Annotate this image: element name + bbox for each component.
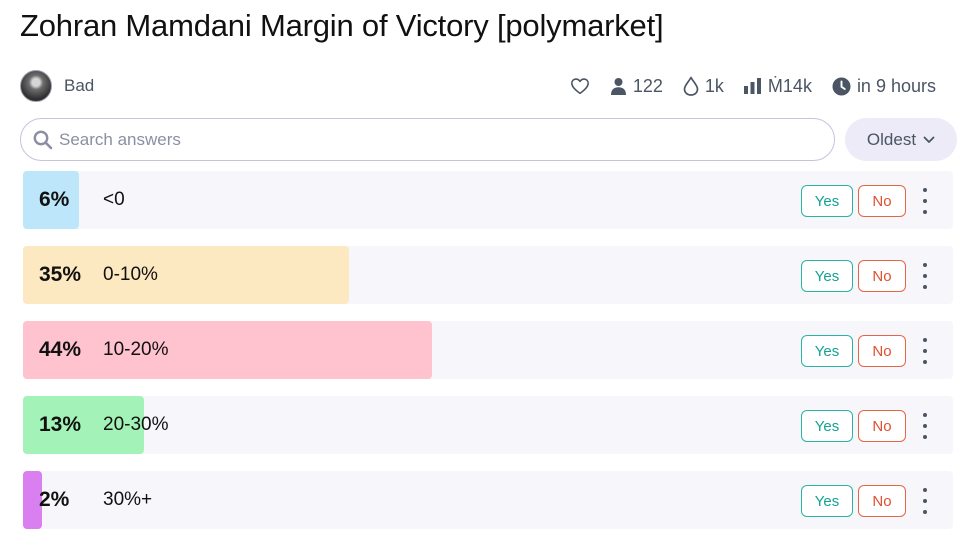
- answer-percent: 6%: [39, 188, 70, 211]
- answer-label: 20-30%: [103, 414, 169, 435]
- market-meta: Bad 122 1k Ṁ14k in 9 hours: [20, 69, 936, 103]
- author[interactable]: Bad: [20, 69, 94, 103]
- answer-label: 10-20%: [103, 339, 169, 360]
- answer-row[interactable]: 35% 0-10% Yes No: [23, 246, 953, 304]
- no-button[interactable]: No: [858, 260, 906, 292]
- yes-button[interactable]: Yes: [801, 335, 853, 367]
- no-button[interactable]: No: [858, 335, 906, 367]
- traders-count: 122: [632, 75, 663, 96]
- liquidity-stat: 1k: [683, 76, 724, 97]
- close-time: in 9 hours: [856, 75, 936, 96]
- traders-stat: 122: [610, 76, 663, 97]
- answer-percent: 13%: [39, 413, 82, 436]
- search-input[interactable]: [59, 127, 819, 153]
- answer-list: 6% <0 Yes No 35% 0-10% Yes No 44% 10-20%…: [23, 171, 953, 529]
- heart-icon[interactable]: [570, 77, 590, 95]
- search-bar[interactable]: [20, 118, 835, 161]
- probability-bar: [23, 321, 433, 379]
- yes-button[interactable]: Yes: [801, 485, 853, 517]
- no-button[interactable]: No: [858, 485, 906, 517]
- more-options-icon[interactable]: [917, 488, 933, 514]
- more-options-icon[interactable]: [917, 263, 933, 289]
- no-button[interactable]: No: [858, 410, 906, 442]
- more-options-icon[interactable]: [917, 338, 933, 364]
- answer-percent: 35%: [39, 263, 82, 286]
- more-options-icon[interactable]: [917, 413, 933, 439]
- clock-icon: [832, 77, 851, 95]
- answer-label: 0-10%: [103, 264, 158, 285]
- answer-row[interactable]: 6% <0 Yes No: [23, 171, 953, 229]
- yes-button[interactable]: Yes: [801, 410, 853, 442]
- volume-stat: Ṁ14k: [743, 75, 812, 97]
- answer-row[interactable]: 13% 20-30% Yes No: [23, 396, 953, 454]
- answer-label: <0: [103, 189, 125, 210]
- answer-percent: 44%: [39, 338, 82, 361]
- author-name[interactable]: Bad: [64, 76, 94, 96]
- yes-button[interactable]: Yes: [801, 185, 853, 217]
- follow-button[interactable]: [570, 77, 590, 95]
- avatar[interactable]: [20, 70, 52, 102]
- close-time-stat: in 9 hours: [832, 76, 936, 97]
- search-icon: [33, 130, 53, 150]
- sort-dropdown[interactable]: Oldest: [845, 118, 957, 161]
- user-icon: [610, 78, 626, 95]
- bar-chart-icon: [743, 78, 761, 94]
- market-stats: 122 1k Ṁ14k in 9 hours: [550, 69, 936, 103]
- chevron-down-icon: [923, 136, 935, 143]
- volume-amount: Ṁ14k: [767, 75, 812, 96]
- page-title: Zohran Mamdani Margin of Victory [polyma…: [20, 8, 664, 43]
- more-options-icon[interactable]: [917, 188, 933, 214]
- no-button[interactable]: No: [858, 185, 906, 217]
- answer-row[interactable]: 44% 10-20% Yes No: [23, 321, 953, 379]
- answer-percent: 2%: [39, 488, 70, 511]
- liquidity-amount: 1k: [704, 75, 724, 96]
- answer-row[interactable]: 2% 30%+ Yes No: [23, 471, 953, 529]
- answer-label: 30%+: [103, 489, 153, 510]
- sort-label: Oldest: [866, 129, 917, 149]
- droplet-icon: [683, 76, 699, 96]
- yes-button[interactable]: Yes: [801, 260, 853, 292]
